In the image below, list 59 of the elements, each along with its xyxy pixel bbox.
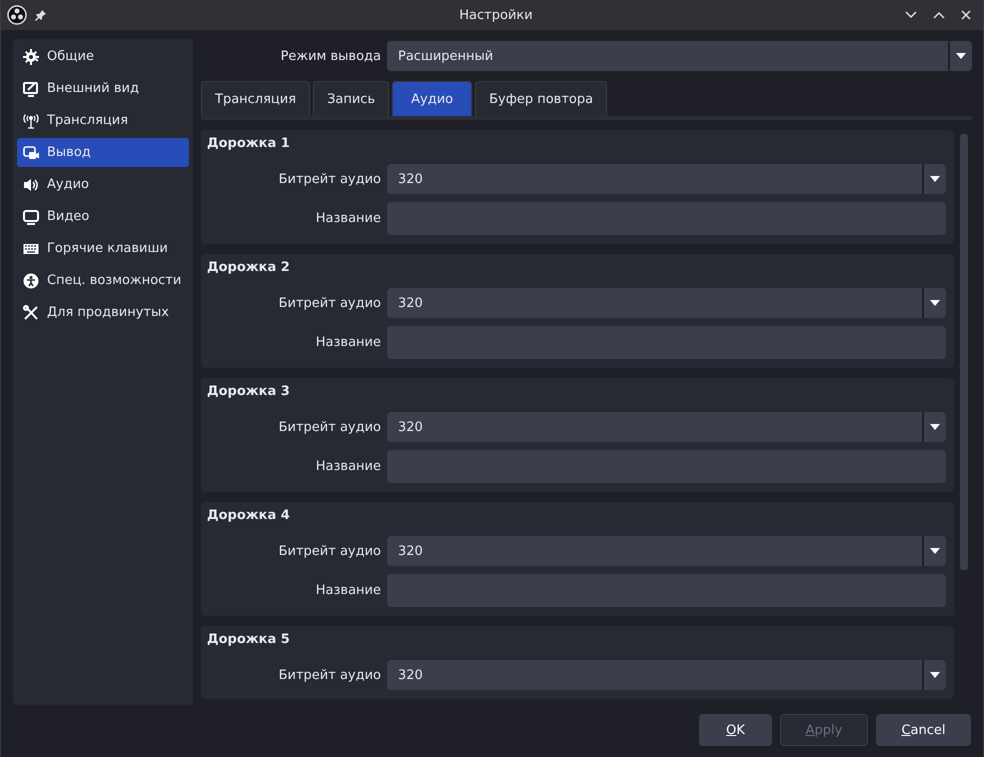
- field-label: Битрейт аудио: [278, 668, 382, 682]
- caret-icon: [930, 300, 940, 306]
- sidebar-item[interactable]: Спец. возможности: [17, 266, 189, 295]
- sidebar-item[interactable]: Вывод: [17, 138, 189, 167]
- tab[interactable]: Буфер повтора: [475, 81, 608, 116]
- caret-icon: [930, 672, 940, 678]
- group-title: Дорожка 2: [207, 260, 291, 276]
- group-title: Дорожка 3: [207, 384, 291, 400]
- field-label: Битрейт аудио: [278, 172, 382, 186]
- caret-icon: [930, 424, 940, 430]
- name-input-field[interactable]: [387, 450, 946, 483]
- tab[interactable]: Аудио: [392, 81, 472, 116]
- scrollbar-thumb[interactable]: [960, 134, 968, 570]
- sidebar-item[interactable]: Трансляция: [17, 106, 189, 135]
- bitrate-dropdown[interactable]: 320: [387, 164, 946, 194]
- field-label: Название: [314, 211, 382, 226]
- sidebar-item[interactable]: Общие: [17, 42, 189, 71]
- field-label: Битрейт аудио: [278, 544, 382, 558]
- tab[interactable]: Запись: [313, 81, 390, 116]
- sidebar-item[interactable]: Для продвинутых: [17, 298, 189, 327]
- speaker-icon: [23, 176, 39, 192]
- name-input-field[interactable]: [387, 202, 946, 235]
- sidebar-item[interactable]: Аудио: [17, 170, 189, 199]
- field-label: Название: [314, 459, 382, 474]
- maximize-icon[interactable]: [933, 11, 945, 19]
- app-logo-icon: [7, 5, 27, 25]
- bitrate-dropdown[interactable]: 320: [387, 288, 946, 318]
- dialog-button[interactable]: OK: [699, 714, 772, 746]
- field-label: Режим вывода: [280, 48, 382, 64]
- pin-icon[interactable]: [35, 9, 47, 21]
- group-title: Дорожка 1: [207, 136, 291, 152]
- sidebar-item[interactable]: Видео: [17, 202, 189, 231]
- group-title: Дорожка 5: [207, 632, 291, 648]
- person-icon: [23, 272, 39, 288]
- bitrate-dropdown[interactable]: 320: [387, 412, 946, 442]
- antenna-icon: [23, 112, 39, 128]
- screen-icon: [23, 208, 39, 224]
- close-icon[interactable]: [961, 10, 971, 20]
- field-label: Название: [314, 583, 382, 598]
- monitor-brush-icon: [23, 80, 39, 96]
- bitrate-dropdown[interactable]: 320: [387, 536, 946, 566]
- name-input-field[interactable]: [387, 326, 946, 359]
- caret-icon: [930, 176, 940, 182]
- field-label: Битрейт аудио: [278, 420, 382, 434]
- window-title: Настройки: [458, 8, 534, 22]
- output-mode-dropdown[interactable]: Расширенный: [387, 41, 972, 71]
- minimize-icon[interactable]: [905, 11, 917, 19]
- group-title: Дорожка 4: [207, 508, 291, 524]
- field-label: Битрейт аудио: [278, 296, 382, 310]
- sidebar-item[interactable]: Внешний вид: [17, 74, 189, 103]
- caret-icon: [956, 53, 966, 59]
- caret-icon: [930, 548, 940, 554]
- name-input-field[interactable]: [387, 574, 946, 607]
- bitrate-dropdown[interactable]: 320: [387, 660, 946, 690]
- tab[interactable]: Трансляция: [201, 81, 310, 116]
- gear-icon: [23, 48, 39, 64]
- dialog-button[interactable]: Cancel: [876, 714, 971, 746]
- field-label: Название: [314, 335, 382, 350]
- sidebar-item[interactable]: Горячие клавиши: [17, 234, 189, 263]
